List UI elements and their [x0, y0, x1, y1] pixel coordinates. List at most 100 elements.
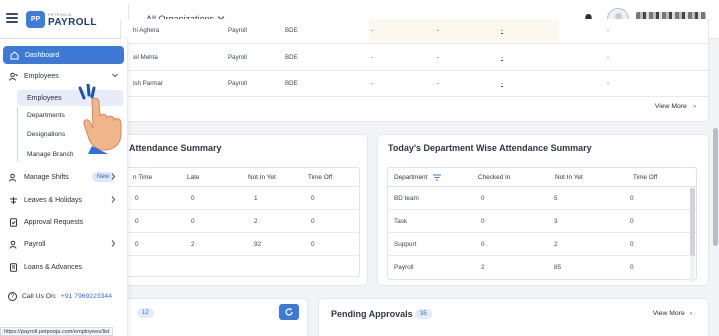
hamburger-menu-icon[interactable] — [6, 13, 18, 23]
table-row[interactable]: xil Mehta Payroll BDE - - - - — [121, 46, 710, 71]
column-header: n Time — [133, 174, 153, 181]
employees-list-card: hi Aghera Payroll BDE - - - - xil Mehta … — [120, 19, 710, 122]
employees-icon — [8, 71, 18, 81]
attendance-summary-title: Attendance Summary — [129, 143, 222, 153]
attendance-table: n Time Late Not In Yet Time Off 0 0 1 0 … — [120, 167, 360, 277]
cell-value[interactable]: 3 — [554, 218, 558, 225]
employee-dept: BDE — [285, 27, 298, 34]
column-header: Time Off — [308, 174, 333, 181]
cell-value: 0 — [311, 195, 315, 202]
approval-icon — [8, 217, 18, 227]
cell-value: 2 — [191, 241, 195, 248]
table-row[interactable]: ish Parmar Payroll BDE - - - - — [121, 72, 710, 97]
column-header: Department — [394, 174, 428, 181]
cell-value: 0 — [311, 218, 315, 225]
cell-value: - — [437, 80, 440, 87]
cell-value: Task — [394, 218, 408, 225]
employee-name[interactable]: ish Parmar — [133, 80, 163, 87]
cell-value[interactable]: - — [501, 80, 503, 87]
cell-value[interactable]: 85 — [554, 264, 561, 271]
cell-value: 0 — [311, 241, 315, 248]
employee-type: Payroll — [228, 80, 247, 87]
cell-value: 2 — [481, 264, 485, 271]
filter-icon[interactable] — [433, 174, 441, 181]
sidebar-item-label: Payroll — [24, 240, 46, 248]
sidebar-item-label: Loans & Advances — [24, 263, 82, 271]
sidebar-item-manage-shifts[interactable]: Manage Shifts New — [8, 168, 126, 186]
call-us-phone[interactable]: +91 7969223344 — [61, 293, 112, 300]
sidebar-item-label: Approval Requests — [24, 218, 84, 226]
pending-approvals-card: Pending Approvals 35 View More › — [318, 298, 709, 336]
cell-value: 0 — [481, 195, 485, 202]
cell-value: 0 — [481, 241, 485, 248]
call-us-label: Call Us On: — [22, 293, 57, 300]
call-us-footer: ? Call Us On: +91 7969223344 — [8, 292, 112, 301]
submenu-item-manage-branch[interactable]: Manage Branch — [27, 151, 74, 158]
table-row[interactable]: hi Aghera Payroll BDE - - - - — [121, 19, 710, 44]
loans-icon — [8, 262, 18, 272]
cell-value: - — [437, 27, 440, 34]
sidebar-item-payroll[interactable]: Payroll — [8, 235, 126, 253]
cell-value: 0 — [481, 218, 485, 225]
view-more-link[interactable]: View More › — [655, 103, 696, 110]
cell-value: 0 — [630, 264, 634, 271]
page-scrollbar[interactable] — [713, 128, 718, 246]
sidebar-item-leaves-holidays[interactable]: Leaves & Holidays — [8, 191, 126, 209]
cell-value: - — [371, 27, 374, 34]
table-header: Department Checked In Not In Yet Time Of… — [388, 168, 696, 187]
view-more-label: View More — [652, 310, 685, 317]
chevron-down-icon — [112, 73, 118, 78]
employee-name[interactable]: xil Mehta — [133, 54, 158, 61]
cell-value: 0 — [135, 241, 139, 248]
table-row: BD team 0 5 0 — [388, 187, 696, 210]
cell-value[interactable]: 2 — [554, 241, 558, 248]
cell-value[interactable]: 2 — [254, 218, 258, 225]
cell-value[interactable]: 1 — [254, 195, 258, 202]
employee-type: Payroll — [228, 27, 247, 34]
refresh-icon — [285, 307, 293, 316]
cell-value[interactable]: 92 — [254, 241, 261, 248]
cell-value: - — [371, 80, 374, 87]
attendance-summary-card: Attendance Summary n Time Late Not In Ye… — [120, 134, 368, 286]
leaves-icon — [8, 195, 18, 205]
table-row: Task 0 3 0 — [388, 210, 696, 233]
chevron-right-icon — [111, 173, 116, 180]
column-header: Checked In — [478, 174, 511, 181]
home-icon — [9, 50, 19, 60]
cell-value[interactable]: 5 — [554, 195, 558, 202]
chevron-right-icon: › — [693, 103, 696, 110]
table-scrollbar-thumb[interactable] — [690, 188, 695, 256]
table-row: Payroll 2 85 0 — [388, 256, 696, 279]
table-row: 0 2 92 0 — [121, 233, 359, 256]
submenu-item-departments[interactable]: Departments — [27, 112, 65, 119]
shifts-icon — [8, 172, 18, 182]
pending-approvals-title: Pending Approvals — [331, 309, 413, 319]
brand-logo[interactable]: PP PETPOOJA PAYROLL — [26, 10, 97, 30]
cell-value: 0 — [191, 218, 195, 225]
refresh-button[interactable] — [279, 304, 299, 320]
table-header: n Time Late Not In Yet Time Off — [121, 168, 359, 187]
cell-value: - — [437, 54, 440, 61]
sidebar-item-employees[interactable]: Employees — [8, 67, 126, 85]
view-more-link[interactable]: View More › — [653, 310, 692, 317]
cell-value: BD team — [394, 195, 419, 202]
payroll-icon — [8, 239, 18, 249]
employee-name[interactable]: hi Aghera — [133, 27, 159, 34]
cell-value: 0 — [630, 218, 634, 225]
sidebar-item-loans-advances[interactable]: Loans & Advances — [8, 258, 126, 276]
cell-value: 0 — [135, 195, 139, 202]
cell-value: - — [371, 54, 374, 61]
department-attendance-title: Today's Department Wise Attendance Summa… — [388, 143, 592, 153]
pending-count-badge: 35 — [415, 309, 432, 319]
submenu-item-designations[interactable]: Designations — [27, 131, 65, 138]
cell-value[interactable]: - — [501, 54, 503, 61]
column-header: Not In Yet — [555, 174, 583, 181]
sidebar-item-dashboard[interactable]: Dashboard — [3, 46, 124, 64]
sidebar-item-approval-requests[interactable]: Approval Requests — [8, 213, 126, 231]
employee-dept: BDE — [285, 80, 298, 87]
cell-value[interactable]: - — [501, 27, 503, 34]
cell-value: 0 — [135, 218, 139, 225]
cell-value: - — [607, 54, 610, 61]
sidebar-item-label: Manage Shifts — [24, 173, 69, 181]
chevron-right-icon: › — [689, 310, 692, 317]
